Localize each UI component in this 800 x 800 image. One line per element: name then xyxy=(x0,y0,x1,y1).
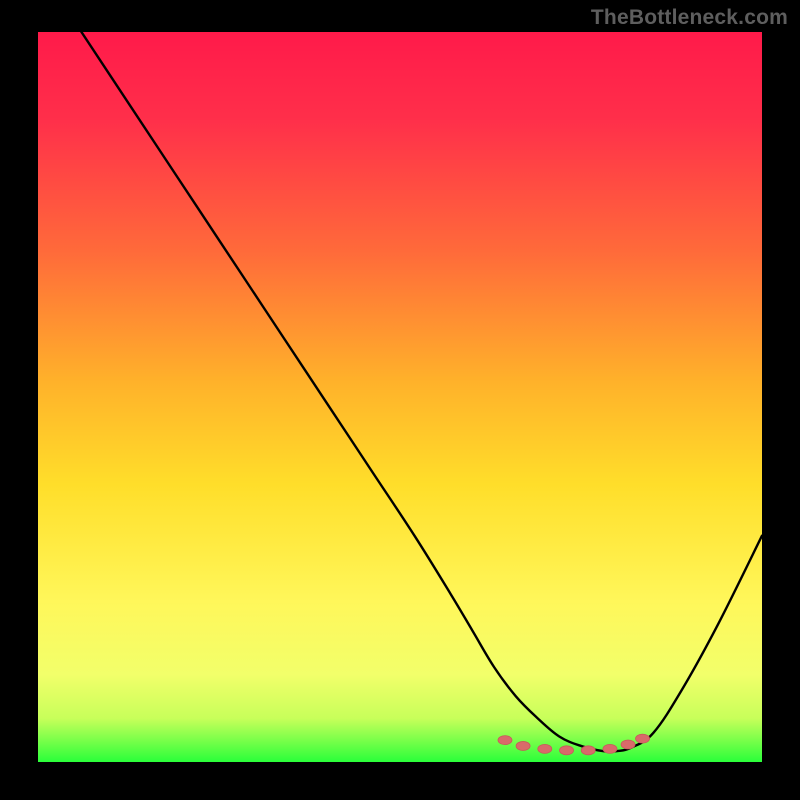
plot-area xyxy=(38,32,762,762)
sweet-spot-marker xyxy=(603,744,617,753)
sweet-spot-marker xyxy=(516,741,530,750)
sweet-spot-marker xyxy=(621,740,635,749)
sweet-spot-marker xyxy=(498,736,512,745)
sweet-spot-marker xyxy=(560,746,574,755)
sweet-spot-marker xyxy=(538,744,552,753)
watermark-text: TheBottleneck.com xyxy=(591,6,788,30)
bottleneck-plot xyxy=(38,32,762,762)
sweet-spot-marker xyxy=(581,746,595,755)
gradient-background xyxy=(38,32,762,762)
chart-frame: TheBottleneck.com xyxy=(0,0,800,800)
sweet-spot-marker xyxy=(636,734,650,743)
